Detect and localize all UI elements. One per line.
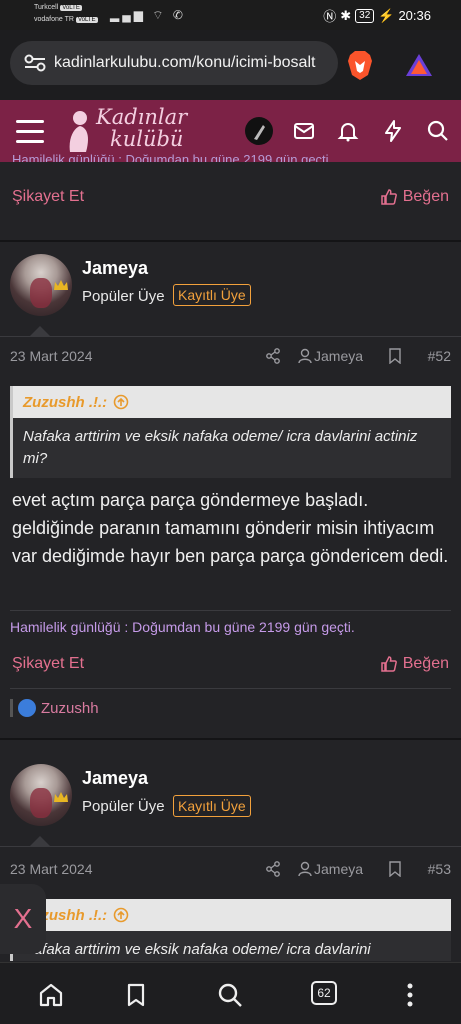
post-body: evet açtım parça parça göndermeye başlad… [12,490,449,566]
search-icon[interactable] [426,119,450,143]
bookmark-icon[interactable] [388,348,402,364]
post-number[interactable]: #53 [428,861,451,877]
post-meta: 23 Mart 2024 Jameya #52 [10,348,451,370]
status-bar: Turkcell VoLTE vodafone TR VoLTE ▂▄▆ ⌔ ✆ Ⓝ… [0,0,461,30]
charging-icon: ⚡ [378,7,395,23]
arrow-up-circle-icon[interactable] [113,907,129,923]
thumbs-up-icon [380,189,397,205]
bookmark-icon[interactable] [122,981,150,1009]
quote-author[interactable]: Zuzushh .!.: [23,394,107,411]
quote-text: Nafaka arttirim ve eksik nafaka odeme/ i… [23,941,371,958]
logo-line1: Kadınlar [96,105,188,129]
more-options-icon[interactable] [396,981,424,1009]
like-label: Beğen [402,188,449,205]
menu-icon[interactable] [16,120,44,143]
site-logo[interactable]: Kadınlar kulübü [96,106,187,150]
triangle-icon[interactable] [404,52,434,78]
quote-text: Nafaka arttirim ve eksik nafaka odeme/ i… [23,428,418,467]
carrier2-tag: VoLTE [75,17,98,23]
floating-close-button[interactable]: X [0,884,46,954]
arrow-up-circle-icon[interactable] [113,394,129,410]
post-signature: Hamilelik günlüğü : Doğumdan bu güne 219… [10,610,451,635]
like-label: Beğen [402,655,449,672]
quote-block[interactable]: Zuzushh .!.: Nafaka arttirim ve eksik na… [10,386,451,478]
carrier1-tag: VoLTE [60,5,82,11]
bell-icon[interactable] [336,119,360,143]
post-header-divider [0,846,461,847]
post-username[interactable]: Jameya [82,768,148,789]
quote-header[interactable]: Zuzushh .!.: [13,386,451,418]
post-divider [0,240,461,242]
bookmark-icon[interactable] [388,861,402,877]
battery-level: 32 [355,8,375,23]
share-icon[interactable] [265,348,281,364]
url-text[interactable]: kadinlarkulubu.com/konu/icimi-bosalt [54,54,338,72]
quote-block[interactable]: Zuzushh .!.: Nafaka arttirim ve eksik na… [10,899,451,961]
brave-lion-icon[interactable] [346,49,374,81]
post-number[interactable]: #52 [428,348,451,364]
reaction-user[interactable]: Zuzushh [41,700,99,717]
search-icon[interactable] [216,981,244,1009]
crown-icon [54,280,68,290]
bolt-icon[interactable] [381,119,405,143]
logo-line2: kulübü [110,127,184,151]
post-divider [0,738,461,740]
thumbs-up-icon [380,656,397,672]
share-icon[interactable] [265,861,281,877]
tab-count-button[interactable]: 62 [311,981,337,1005]
reactions-bar[interactable]: Zuzushh [10,688,451,722]
nfc-icon: Ⓝ [323,9,337,24]
url-bar[interactable]: kadinlarkulubu.com/konu/icimi-bosalt [10,41,338,85]
post-date[interactable]: 23 Mart 2024 [10,861,93,877]
post-meta: 23 Mart 2024 Jameya #53 [10,861,451,883]
like-button[interactable]: Beğen [380,188,449,206]
report-button[interactable]: Şikayet Et [12,655,84,673]
previous-post-actions: Şikayet Et Beğen [12,188,449,212]
browser-toolbar: kadinlarkulubu.com/konu/icimi-bosalt [0,30,461,100]
user-title: Popüler Üye [82,288,165,305]
post-pointer [30,836,50,846]
meta-username[interactable]: Jameya [314,348,363,364]
post-username[interactable]: Jameya [82,258,148,279]
feather-icon[interactable] [245,117,273,145]
post-pointer [30,326,50,336]
user-title: Popüler Üye [82,798,165,815]
user-icon [298,348,312,364]
carrier2: vodafone TR [34,16,74,23]
mail-icon[interactable] [292,119,316,143]
like-reaction-icon [18,699,36,717]
meta-username[interactable]: Jameya [314,861,363,877]
like-button[interactable]: Beğen [380,655,449,673]
browser-bottom-nav: 62 [0,962,461,1024]
logo-figure-icon [69,111,88,152]
carrier-info: Turkcell VoLTE vodafone TR VoLTE [34,2,98,26]
carrier1: Turkcell [34,4,59,11]
status-right: Ⓝ ✱ 32 ⚡ 20:36 [323,6,431,25]
user-badge: Kayıtlı Üye [173,795,251,817]
home-icon[interactable] [37,981,65,1009]
post-header-divider [0,336,461,337]
quote-header[interactable]: Zuzushh .!.: [13,899,451,931]
previous-signature: Hamilelik günlüğü : Doğumdan bu güne 219… [12,152,333,162]
signal-icon: ▂▄▆ ⌔ ✆ [110,8,186,22]
reaction-list[interactable]: Zuzushh [10,699,99,717]
user-icon [298,861,312,877]
tune-icon[interactable] [24,54,46,72]
clock: 20:36 [398,8,431,23]
report-button[interactable]: Şikayet Et [12,188,84,206]
post-actions: Şikayet Et Beğen [12,655,449,679]
post-date[interactable]: 23 Mart 2024 [10,348,93,364]
user-badge: Kayıtlı Üye [173,284,251,306]
crown-icon [54,792,68,802]
bluetooth-icon: ✱ [340,7,352,23]
